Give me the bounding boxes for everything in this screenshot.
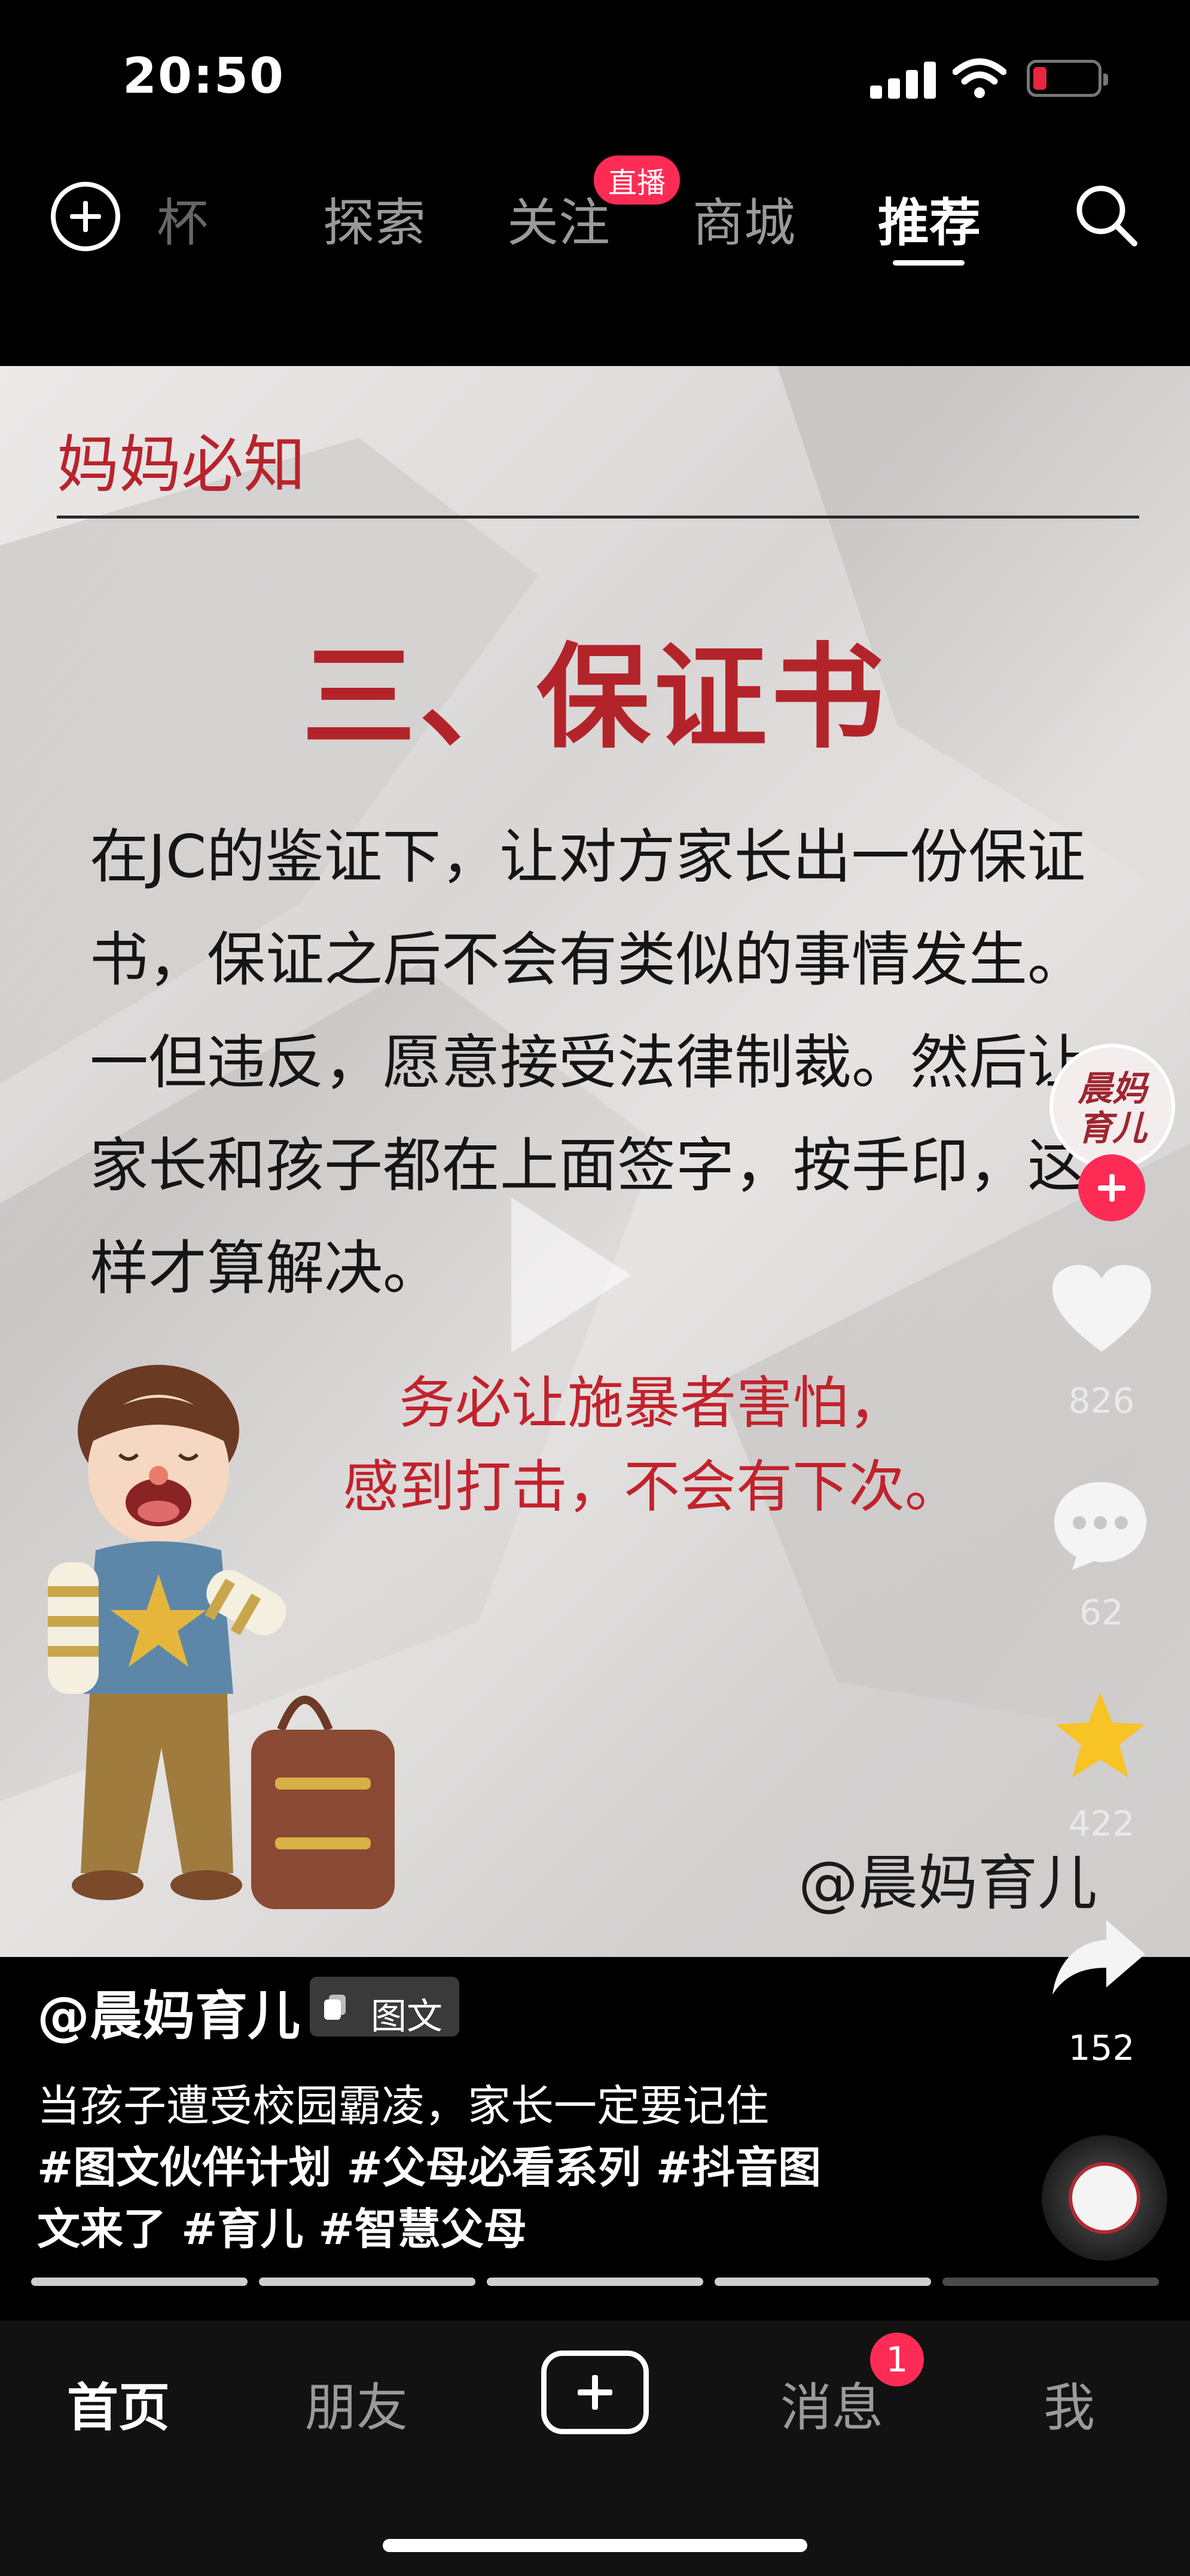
crying-boy-illustration bbox=[48, 1365, 395, 1909]
watermark: @晨妈育儿 bbox=[798, 1848, 1097, 1918]
caption-hashtags-line-2[interactable]: 文来了 #育儿 #智慧父母 bbox=[37, 2194, 527, 2257]
image-progress-segment-3 bbox=[487, 2278, 703, 2286]
follow-button[interactable] bbox=[1078, 1154, 1145, 1221]
share-count: 152 bbox=[1068, 2028, 1135, 2068]
caption-text: 当孩子遭受校园霸凌，家长一定要记住 bbox=[37, 2081, 770, 2131]
star-favorite-icon[interactable] bbox=[1052, 1690, 1148, 1782]
image-progress-segment-1 bbox=[31, 2278, 248, 2286]
messages-badge: 1 bbox=[870, 2333, 924, 2386]
tab-recommend[interactable]: 推荐 bbox=[878, 181, 981, 255]
card-tag: 妈妈必知 bbox=[57, 428, 306, 501]
caption-hashtags-line-1[interactable]: #图文伙伴计划 #父母必看系列 #抖音图 bbox=[37, 2132, 821, 2195]
tab-me[interactable]: 我 bbox=[1043, 2365, 1095, 2440]
wifi-icon bbox=[953, 58, 1006, 98]
share-icon[interactable] bbox=[1049, 1917, 1148, 1998]
live-badge: 直播 bbox=[594, 156, 681, 205]
image-post-badge: 图文 bbox=[310, 1977, 459, 2038]
author-avatar[interactable]: 晨妈 育儿 bbox=[1049, 1044, 1175, 1169]
tab-friends[interactable]: 朋友 bbox=[305, 2365, 408, 2440]
divider bbox=[57, 516, 1139, 519]
home-indicator bbox=[383, 2539, 807, 2552]
card-title: 三、保证书 bbox=[301, 632, 888, 764]
like-count: 826 bbox=[1068, 1380, 1135, 1421]
favorite-count: 422 bbox=[1068, 1803, 1135, 1844]
tab-partial[interactable]: 杯 bbox=[157, 181, 208, 255]
play-icon[interactable] bbox=[511, 1197, 631, 1353]
bottom-tab-bar: 首页 朋友 消息 1 我 bbox=[0, 2321, 1190, 2576]
image-progress-segment-2 bbox=[259, 2278, 475, 2286]
music-disc-icon[interactable] bbox=[1042, 2135, 1167, 2261]
tab-messages[interactable]: 消息 bbox=[780, 2365, 883, 2440]
tab-following[interactable]: 关注 bbox=[507, 181, 610, 255]
comment-icon[interactable] bbox=[1049, 1477, 1151, 1573]
post-image[interactable]: 妈妈必知 三、保证书 在JC的鉴证下，让对方家长出一份保证书，保证之后不会有类似… bbox=[0, 366, 1190, 1957]
comment-count: 62 bbox=[1079, 1592, 1124, 1633]
heart-icon[interactable] bbox=[1049, 1262, 1154, 1358]
avatar-text-line-2: 育儿 bbox=[1077, 1108, 1147, 1148]
tab-explore[interactable]: 探索 bbox=[323, 181, 426, 255]
author-username[interactable]: @晨妈育儿 bbox=[37, 1974, 300, 2050]
tab-mall[interactable]: 商城 bbox=[692, 181, 795, 255]
tab-home[interactable]: 首页 bbox=[67, 2365, 170, 2440]
active-tab-indicator bbox=[893, 260, 965, 266]
create-post-button[interactable] bbox=[541, 2351, 649, 2434]
status-bar: 20:50 bbox=[0, 0, 1190, 156]
status-time: 20:50 bbox=[123, 48, 285, 105]
image-post-icon bbox=[324, 1995, 346, 2020]
add-circle-icon[interactable] bbox=[51, 182, 120, 251]
battery-low-icon bbox=[1027, 60, 1108, 97]
search-icon[interactable] bbox=[1073, 182, 1139, 248]
image-progress-segment-4 bbox=[715, 2278, 931, 2286]
top-nav: 杯 探索 关注 直播 商城 推荐 bbox=[0, 156, 1190, 365]
cellular-signal-icon bbox=[870, 60, 936, 99]
image-progress-segment-5 bbox=[942, 2278, 1159, 2286]
avatar-text-line-1: 晨妈 bbox=[1077, 1068, 1147, 1109]
badge-label: 图文 bbox=[371, 1996, 443, 2038]
